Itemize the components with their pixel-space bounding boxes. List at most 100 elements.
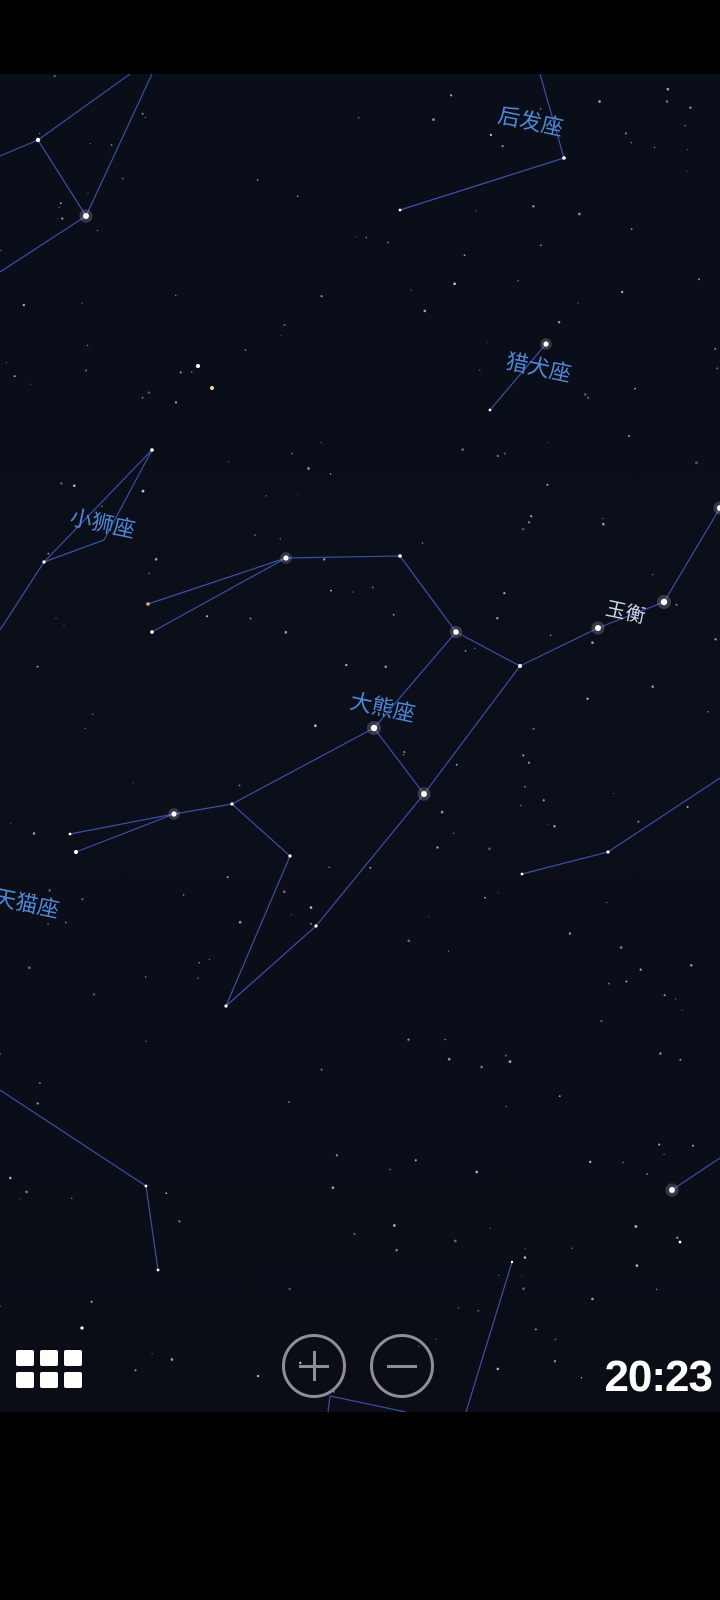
faint-star [428,916,430,918]
faint-star [627,434,631,438]
faint-star [625,980,628,983]
faint-star [423,309,427,313]
faint-star [505,1105,508,1108]
star-glow [713,501,720,515]
faint-star [553,1360,557,1363]
constellation-line [0,139,87,273]
faint-star [238,784,241,787]
faint-star [540,244,542,247]
faint-star [320,1068,323,1071]
faint-star [520,1275,522,1277]
faint-star [716,367,719,370]
faint-star [36,665,39,668]
faint-star [532,205,535,208]
faint-star [57,218,59,220]
zoom-out-button[interactable] [370,1334,434,1398]
faint-star [174,401,178,404]
faint-star [345,663,348,667]
faint-star [421,542,424,544]
faint-star [154,558,158,561]
faint-star [458,1307,460,1309]
faint-star [407,1038,410,1041]
faint-star [675,603,678,606]
faint-star [291,452,293,455]
faint-star [165,1192,168,1195]
faint-star [578,212,581,216]
faint-star [691,1144,695,1147]
faint-star [84,728,86,730]
faint-star [583,393,587,396]
faint-star [520,804,522,807]
constellation-line [37,74,131,141]
faint-star [64,921,67,924]
faint-star [707,711,709,713]
star [518,664,522,668]
faint-star [238,920,242,924]
faint-star [198,962,200,964]
star [80,1326,84,1330]
faint-star [444,1038,446,1041]
faint-star [447,1057,451,1061]
faint-star [534,1328,537,1331]
sky-view[interactable]: 后发座 猎犬座 小狮座 大熊座 天猫座 玉衡 [0,74,720,1412]
faint-star [47,552,50,555]
faint-star [358,117,360,119]
faint-star [355,236,357,238]
faint-star [432,118,435,121]
faint-star [601,522,605,526]
faint-star [55,617,57,619]
faint-star [653,146,656,149]
faint-star [410,289,412,291]
faint-star [486,342,488,344]
faint-star [0,1305,1,1307]
star [678,1240,682,1244]
faint-star [0,249,2,252]
star [562,156,566,160]
star-glow [449,625,463,639]
constellation-line [85,74,153,217]
faint-star [496,616,499,620]
faint-star [92,993,96,996]
faint-star [22,303,26,307]
star [488,408,492,412]
faint-star [504,1054,507,1057]
star-glow [366,720,382,736]
faint-star [600,1019,603,1023]
faint-star [553,825,556,828]
constellation-line [69,727,375,835]
star [288,854,292,858]
faint-star [686,149,688,151]
faint-star [32,832,36,835]
faint-star [403,750,406,754]
faint-star [580,1377,583,1379]
faint-star [453,1239,457,1243]
faint-star [59,202,62,205]
faint-star [651,573,654,576]
faint-star [554,1338,557,1341]
faint-star [557,320,561,324]
faint-star [81,302,83,305]
grid-menu-icon[interactable] [16,1350,82,1394]
faint-star [475,1170,479,1174]
faint-star [665,100,669,103]
faint-star [81,898,84,901]
faint-star [663,1153,665,1155]
faint-star [144,976,147,978]
bright-stars [35,137,720,1330]
faint-star [532,727,535,730]
faint-star [522,754,525,757]
faint-star [63,624,65,626]
faint-star [501,144,504,148]
zoom-in-button[interactable] [282,1334,346,1398]
star-glow [591,621,605,635]
faint-star [280,335,282,337]
faint-star [141,112,144,115]
faint-star [508,1060,512,1063]
faint-star [393,1224,396,1227]
star-map[interactable] [0,74,720,1412]
faint-star [392,613,395,616]
faint-star [73,484,76,487]
faint-star [47,923,49,925]
faint-star [8,1176,12,1180]
faint-star [320,295,323,298]
